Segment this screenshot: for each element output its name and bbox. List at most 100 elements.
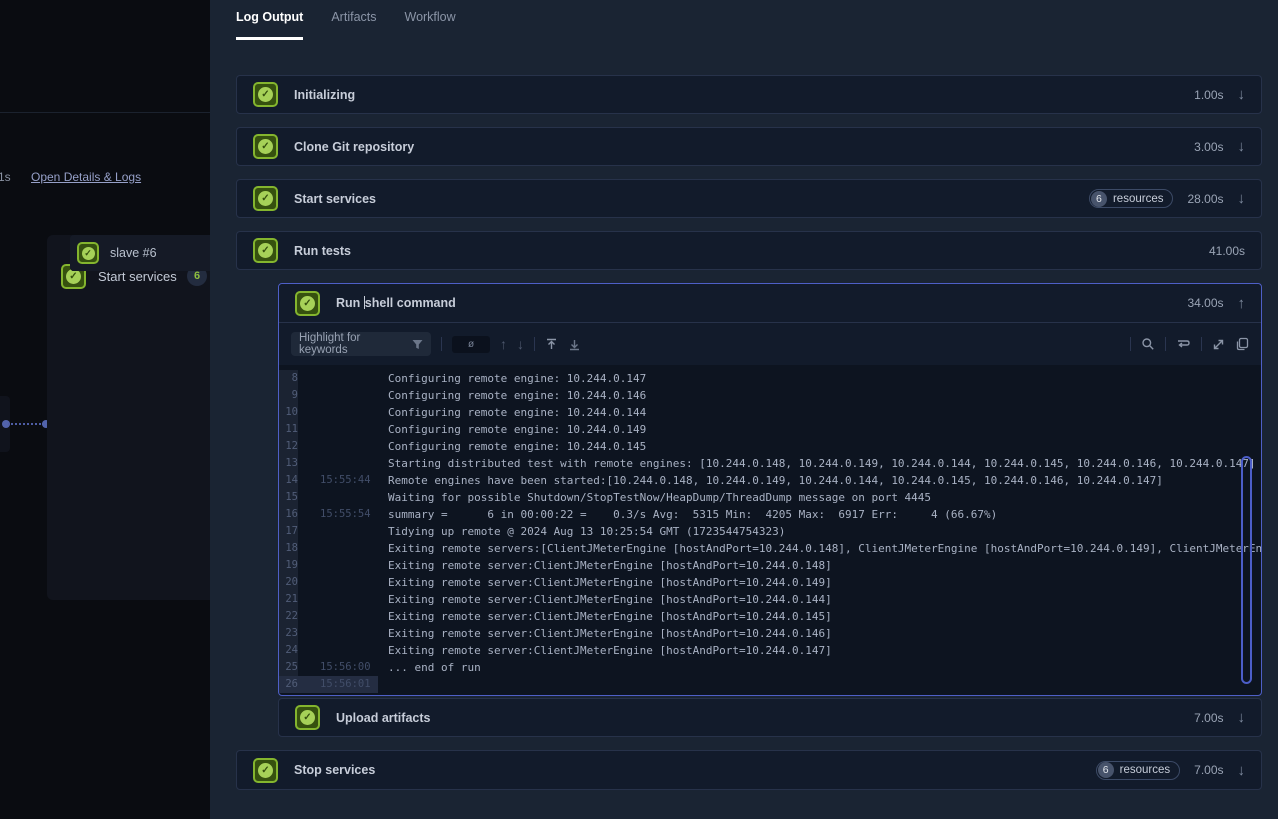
step-row[interactable]: ✓ Clone Git repository 3.00s ↓ xyxy=(236,127,1262,166)
log-line-text: Waiting for possible Shutdown/StopTestNo… xyxy=(378,489,931,506)
fullscreen-button[interactable] xyxy=(1212,338,1225,351)
resources-badge: 6 resources xyxy=(1089,189,1174,208)
log-line-timestamp xyxy=(298,642,378,659)
next-match-button[interactable]: ↓ xyxy=(517,337,524,351)
log-toolbar: Highlight for keywords ø ↑ ↓ xyxy=(279,323,1261,365)
step-label: Start services xyxy=(294,192,376,206)
slave-job-item[interactable]: ✓ slave #6 xyxy=(70,235,210,271)
log-line[interactable]: 16 15:55:54 summary = 6 in 00:00:22 = 0.… xyxy=(279,506,1261,523)
log-line[interactable]: 10 Configuring remote engine: 10.244.0.1… xyxy=(279,404,1261,421)
workflow-block-panel: ✓ Start services 6 ✓ slave #1 ✓ slave #2… xyxy=(47,235,210,600)
log-line-number: 18 xyxy=(279,540,298,557)
log-line-number: 20 xyxy=(279,574,298,591)
success-check-icon: ✓ xyxy=(77,242,99,264)
log-line-timestamp xyxy=(298,608,378,625)
log-line-number: 9 xyxy=(279,387,298,404)
step-row[interactable]: ✓ Initializing 1.00s ↓ xyxy=(236,75,1262,114)
expand-arrow-icon[interactable]: ↓ xyxy=(1238,191,1246,206)
log-line-number: 13 xyxy=(279,455,298,472)
prev-match-button[interactable]: ↑ xyxy=(500,337,507,351)
expand-arrow-icon[interactable]: ↓ xyxy=(1238,87,1246,102)
log-line[interactable]: 9 Configuring remote engine: 10.244.0.14… xyxy=(279,387,1261,404)
expand-arrow-icon[interactable]: ↓ xyxy=(1238,710,1246,725)
log-line-text: Exiting remote server:ClientJMeterEngine… xyxy=(378,591,832,608)
log-line-timestamp: 15:55:44 xyxy=(298,472,378,489)
log-line-text: Remote engines have been started:[10.244… xyxy=(378,472,1163,489)
step-duration: 7.00s xyxy=(1194,763,1223,777)
log-scrollbar-thumb[interactable] xyxy=(1241,456,1252,684)
log-line[interactable]: 21 Exiting remote server:ClientJMeterEng… xyxy=(279,591,1261,608)
filter-funnel-icon xyxy=(412,339,423,350)
log-line-text xyxy=(378,676,388,693)
log-line[interactable]: 14 15:55:44 Remote engines have been sta… xyxy=(279,472,1261,489)
step-row-stop-services[interactable]: ✓ Stop services 6 resources 7.00s ↓ xyxy=(236,750,1262,790)
log-line-text: Starting distributed test with remote en… xyxy=(378,455,1256,472)
log-line[interactable]: 17 Tidying up remote @ 2024 Aug 13 10:25… xyxy=(279,523,1261,540)
log-line[interactable]: 23 Exiting remote server:ClientJMeterEng… xyxy=(279,625,1261,642)
toolbar-separator xyxy=(1165,337,1166,351)
step-label: Initializing xyxy=(294,88,355,102)
expand-arrow-icon[interactable]: ↓ xyxy=(1238,139,1246,154)
log-line-timestamp xyxy=(298,489,378,506)
log-line-text: Exiting remote server:ClientJMeterEngine… xyxy=(378,608,832,625)
log-line-number: 19 xyxy=(279,557,298,574)
success-check-icon: ✓ xyxy=(253,238,278,263)
log-line[interactable]: 15 Waiting for possible Shutdown/StopTes… xyxy=(279,489,1261,506)
log-line[interactable]: 19 Exiting remote server:ClientJMeterEng… xyxy=(279,557,1261,574)
toolbar-separator xyxy=(1201,337,1202,351)
log-line[interactable]: 22 Exiting remote server:ClientJMeterEng… xyxy=(279,608,1261,625)
resources-label: resources xyxy=(1113,193,1164,205)
log-line-text: Configuring remote engine: 10.244.0.145 xyxy=(378,438,646,455)
toolbar-separator xyxy=(534,337,535,351)
run-shell-command-header[interactable]: ✓ Run shell command 34.00s ↑ xyxy=(279,284,1261,323)
highlight-keywords-input[interactable]: Highlight for keywords xyxy=(291,332,431,356)
step-duration: 28.00s xyxy=(1187,192,1223,206)
resources-badge: 6 resources xyxy=(1096,761,1181,780)
wrap-lines-button[interactable] xyxy=(1176,338,1191,350)
log-line-text: Exiting remote servers:[ClientJMeterEngi… xyxy=(378,540,1261,557)
expand-arrow-icon[interactable]: ↓ xyxy=(1238,763,1246,778)
log-line[interactable]: 11 Configuring remote engine: 10.244.0.1… xyxy=(279,421,1261,438)
log-main-panel: Log Output Artifacts Workflow ✓ Initializi… xyxy=(210,0,1278,819)
tab-log-output[interactable]: Log Output xyxy=(236,0,303,40)
scroll-to-top-button[interactable] xyxy=(545,338,558,351)
step-row-upload-artifacts[interactable]: ✓ Upload artifacts 7.00s ↓ xyxy=(278,698,1262,737)
success-check-icon: ✓ xyxy=(253,758,278,783)
collapse-arrow-icon[interactable]: ↑ xyxy=(1238,296,1246,311)
tab-artifacts[interactable]: Artifacts xyxy=(331,0,376,40)
log-line[interactable]: 25 15:56:00 ... end of run xyxy=(279,659,1261,676)
step-row[interactable]: ✓ Start services 6 resources 28.00s ↓ xyxy=(236,179,1262,218)
success-check-icon: ✓ xyxy=(295,291,320,316)
log-line[interactable]: 26 15:56:01 xyxy=(279,676,1261,693)
wrap-lines-icon xyxy=(1176,338,1191,350)
log-line-number: 16 xyxy=(279,506,298,523)
log-line-number: 23 xyxy=(279,625,298,642)
log-line[interactable]: 24 Exiting remote server:ClientJMeterEng… xyxy=(279,642,1261,659)
log-line[interactable]: 20 Exiting remote server:ClientJMeterEng… xyxy=(279,574,1261,591)
tab-workflow[interactable]: Workflow xyxy=(405,0,456,40)
log-line-number: 14 xyxy=(279,472,298,489)
step-list: ✓ Initializing 1.00s ↓ ✓ Clone Git repos… xyxy=(236,75,1262,803)
toolbar-separator xyxy=(441,337,442,351)
log-line-text: ... end of run xyxy=(378,659,481,676)
log-line-number: 26 xyxy=(279,676,298,693)
step-duration: 41.00s xyxy=(1209,244,1245,258)
workflow-connector xyxy=(4,420,48,428)
scroll-to-bottom-button[interactable] xyxy=(568,338,581,351)
open-details-logs-link[interactable]: Open Details & Logs xyxy=(31,170,141,184)
log-line-number: 11 xyxy=(279,421,298,438)
log-line-timestamp xyxy=(298,370,378,387)
log-line-text: Exiting remote server:ClientJMeterEngine… xyxy=(378,574,832,591)
log-line[interactable]: 18 Exiting remote servers:[ClientJMeterE… xyxy=(279,540,1261,557)
copy-log-button[interactable] xyxy=(1235,337,1249,351)
log-line-timestamp xyxy=(298,523,378,540)
log-line[interactable]: 8 Configuring remote engine: 10.244.0.14… xyxy=(279,370,1261,387)
log-line-timestamp xyxy=(298,455,378,472)
search-button[interactable] xyxy=(1141,337,1155,351)
log-line-number: 10 xyxy=(279,404,298,421)
step-label: Clone Git repository xyxy=(294,140,414,154)
log-line[interactable]: 13 Starting distributed test with remote… xyxy=(279,455,1261,472)
log-line-text: Configuring remote engine: 10.244.0.146 xyxy=(378,387,646,404)
log-line[interactable]: 12 Configuring remote engine: 10.244.0.1… xyxy=(279,438,1261,455)
step-row[interactable]: ✓ Run tests 41.00s xyxy=(236,231,1262,270)
